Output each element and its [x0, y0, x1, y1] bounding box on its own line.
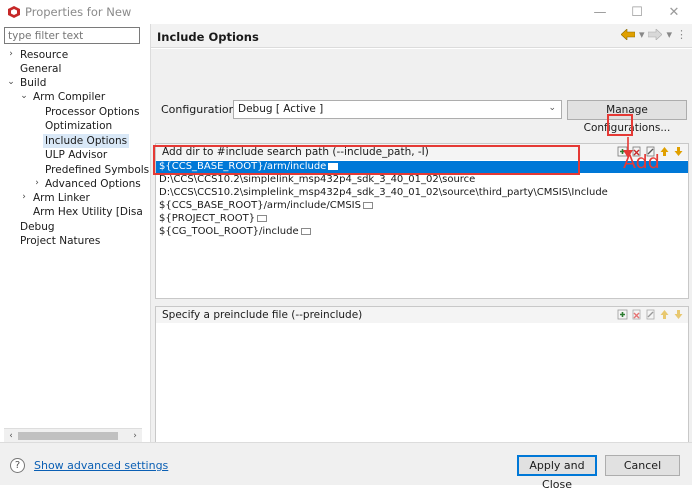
configuration-select[interactable]: Debug [ Active ] ⌄	[233, 100, 562, 119]
tree-item-advanced-options[interactable]: Advanced Options	[45, 177, 141, 191]
tree-item-predefined-symbols[interactable]: Predefined Symbols	[45, 163, 149, 177]
move-up-icon[interactable]	[659, 309, 670, 320]
tree-item-ulp-advisor[interactable]: ULP Advisor	[45, 148, 107, 162]
expand-icon[interactable]: ›	[6, 49, 16, 59]
title-bar: Properties for New — ☐ ✕	[0, 0, 692, 24]
window-title: Properties for New	[25, 5, 132, 19]
tree-item-build[interactable]: Build	[20, 76, 46, 90]
forward-dropdown-icon[interactable]: ▾	[666, 28, 672, 41]
move-down-icon[interactable]	[673, 309, 684, 320]
variable-icon	[300, 227, 311, 235]
sidebar: › Resource General ⌄ Build ⌄ Arm Compile…	[4, 27, 149, 442]
list-item[interactable]: ${PROJECT_ROOT}	[156, 213, 688, 225]
tree-item-optimization[interactable]: Optimization	[45, 119, 112, 133]
page-content: Configuration: Debug [ Active ] ⌄ Manage…	[151, 49, 692, 464]
page-header: Include Options ▾ ▾ ⋮	[151, 24, 692, 48]
horizontal-scrollbar[interactable]: ‹ ›	[4, 428, 142, 442]
tree-item-resource[interactable]: Resource	[20, 48, 68, 62]
tree-item-processor-options[interactable]: Processor Options	[45, 105, 139, 119]
tree-item-arm-linker[interactable]: Arm Linker	[33, 191, 90, 205]
tree-item-arm-hex-utility[interactable]: Arm Hex Utility [Disable	[33, 205, 142, 219]
page-nav: ▾ ▾ ⋮	[620, 28, 687, 41]
annotation-box-new-paths	[153, 145, 580, 175]
preinclude-panel: Specify a preinclude file (--preinclude)	[155, 306, 689, 464]
expand-icon[interactable]: ›	[19, 192, 29, 202]
variable-icon	[257, 214, 268, 222]
collapse-icon[interactable]: ⌄	[6, 77, 16, 87]
preinclude-toolbar	[617, 309, 684, 320]
dialog-footer: ? Show advanced settings Apply and Close…	[0, 442, 692, 491]
delete-icon[interactable]	[631, 309, 642, 320]
list-item[interactable]: D:\CCS\CCS10.2\simplelink_msp432p4_sdk_3…	[156, 187, 688, 199]
chevron-down-icon: ⌄	[548, 103, 556, 113]
maximize-icon[interactable]: ☐	[619, 0, 655, 24]
page-title: Include Options	[157, 30, 259, 44]
expand-icon[interactable]: ›	[32, 178, 42, 188]
minimize-icon[interactable]: —	[582, 0, 618, 24]
collapse-icon[interactable]: ⌄	[19, 91, 29, 101]
cancel-button[interactable]: Cancel	[605, 455, 680, 476]
tree-item-arm-compiler[interactable]: Arm Compiler	[33, 90, 105, 104]
edit-icon[interactable]	[645, 309, 656, 320]
move-down-icon[interactable]	[673, 146, 684, 157]
filter-input[interactable]	[4, 27, 140, 44]
app-logo-icon	[8, 6, 20, 18]
list-item[interactable]: D:\CCS\CCS10.2\simplelink_msp432p4_sdk_3…	[156, 174, 688, 186]
help-icon[interactable]: ?	[10, 458, 25, 473]
more-menu-icon[interactable]: ⋮	[676, 28, 687, 41]
variable-icon	[362, 201, 373, 209]
back-arrow-icon[interactable]	[620, 29, 635, 40]
property-page: Include Options ▾ ▾ ⋮ Configuration: Deb…	[150, 24, 692, 464]
scroll-right-icon[interactable]: ›	[128, 429, 142, 443]
tree-item-debug[interactable]: Debug	[20, 220, 55, 234]
scroll-left-icon[interactable]: ‹	[4, 429, 18, 443]
move-up-icon[interactable]	[659, 146, 670, 157]
tree-item-project-natures[interactable]: Project Natures	[20, 234, 100, 248]
tree-item-general[interactable]: General	[20, 62, 61, 76]
apply-and-close-button[interactable]: Apply and Close	[517, 455, 597, 491]
add-icon[interactable]	[617, 309, 628, 320]
list-item[interactable]: ${CCS_BASE_ROOT}/arm/include/CMSIS	[156, 200, 688, 212]
close-icon[interactable]: ✕	[656, 0, 692, 24]
scroll-thumb[interactable]	[18, 432, 118, 440]
back-dropdown-icon[interactable]: ▾	[639, 28, 645, 41]
preinclude-title: Specify a preinclude file (--preinclude)	[162, 309, 363, 321]
list-item[interactable]: ${CG_TOOL_ROOT}/include	[156, 226, 688, 238]
preinclude-header: Specify a preinclude file (--preinclude)	[156, 307, 688, 323]
annotation-box-add-button	[607, 114, 633, 136]
tree-item-include-options[interactable]: Include Options	[43, 134, 130, 148]
forward-arrow-icon[interactable]	[648, 29, 663, 40]
configuration-value: Debug [ Active ]	[238, 103, 324, 115]
annotation-add-label: Add	[623, 151, 660, 173]
configuration-label: Configuration:	[161, 103, 240, 116]
show-advanced-settings-link[interactable]: Show advanced settings	[34, 459, 168, 472]
